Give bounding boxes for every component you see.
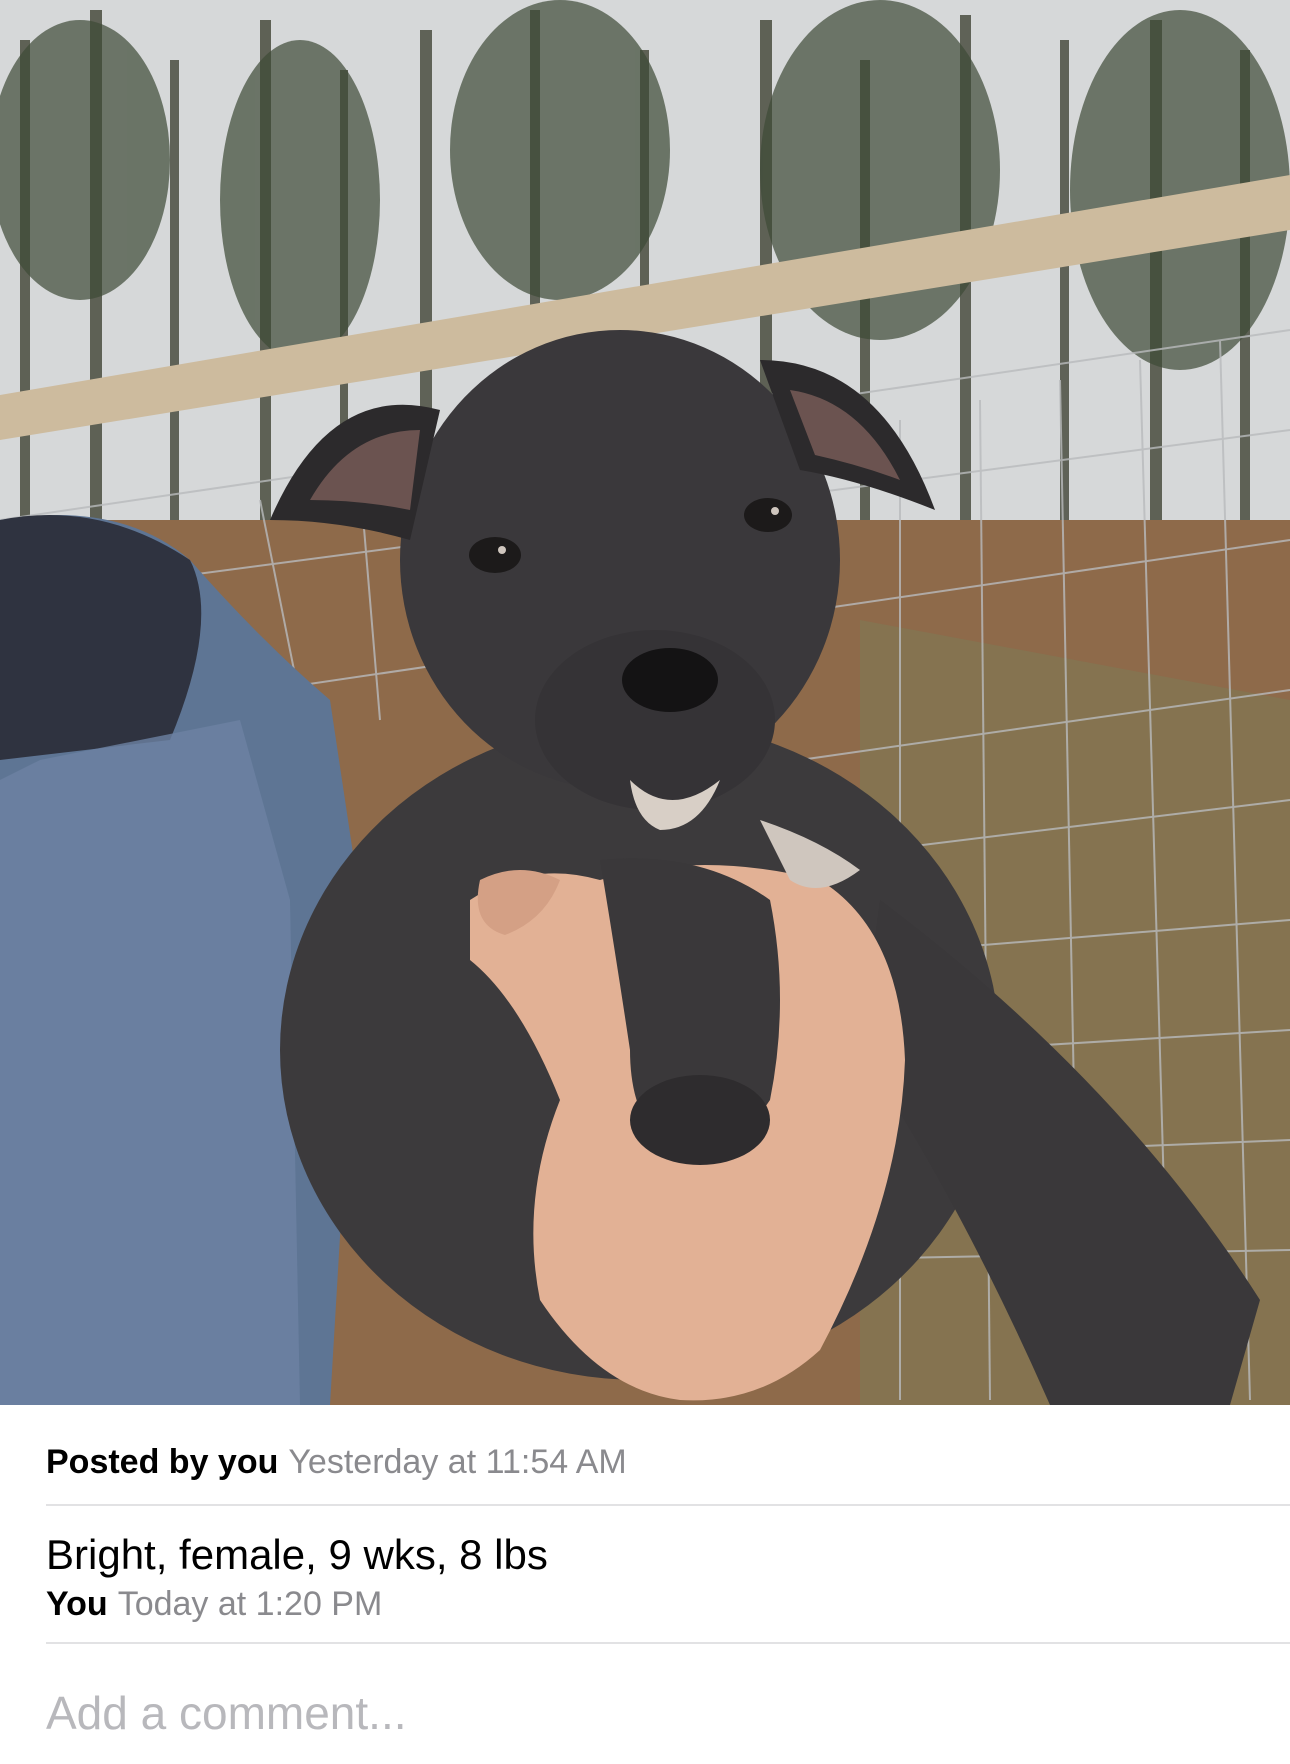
posted-by-row: Posted by you Yesterday at 11:54 AM [46, 1437, 627, 1487]
comment-meta: You Today at 1:20 PM [46, 1580, 382, 1628]
divider [46, 1642, 1290, 1644]
comment-text: Bright, female, 9 wks, 8 lbs [46, 1531, 548, 1578]
posted-by-label: Posted by you [46, 1443, 279, 1481]
post-photo[interactable] [0, 0, 1290, 1405]
comment-author: You [46, 1585, 108, 1623]
puppy-photo-illustration [0, 0, 1290, 1405]
comment-time: Today at 1:20 PM [117, 1585, 383, 1623]
posted-time: Yesterday at 11:54 AM [288, 1443, 627, 1481]
divider [46, 1504, 1290, 1506]
post-details: Posted by you Yesterday at 11:54 AM Brigh… [0, 1405, 1290, 1764]
add-comment-input[interactable] [46, 1680, 1246, 1746]
